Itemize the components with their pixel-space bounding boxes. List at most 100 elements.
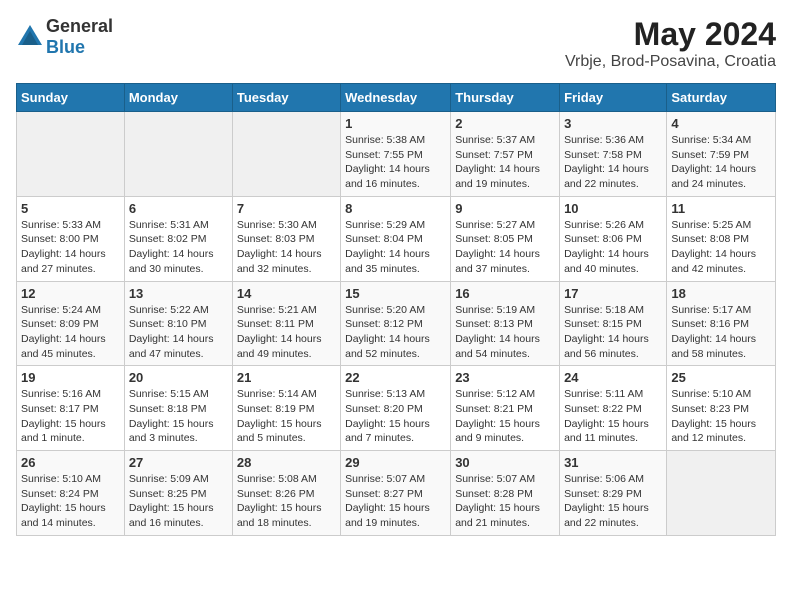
day-number: 11: [671, 201, 771, 216]
day-info: Sunrise: 5:30 AMSunset: 8:03 PMDaylight:…: [237, 218, 336, 277]
day-info: Sunrise: 5:34 AMSunset: 7:59 PMDaylight:…: [671, 133, 771, 192]
day-number: 23: [455, 370, 555, 385]
day-number: 10: [564, 201, 662, 216]
day-number: 24: [564, 370, 662, 385]
day-info: Sunrise: 5:36 AMSunset: 7:58 PMDaylight:…: [564, 133, 662, 192]
weekday-header: Friday: [560, 84, 667, 112]
day-info: Sunrise: 5:33 AMSunset: 8:00 PMDaylight:…: [21, 218, 120, 277]
page-header: General Blue May 2024 Vrbje, Brod-Posavi…: [16, 16, 776, 71]
logo: General Blue: [16, 16, 113, 58]
weekday-header-row: SundayMondayTuesdayWednesdayThursdayFrid…: [17, 84, 776, 112]
day-number: 28: [237, 455, 336, 470]
calendar-week-row: 26 Sunrise: 5:10 AMSunset: 8:24 PMDayligh…: [17, 451, 776, 536]
day-number: 20: [129, 370, 228, 385]
calendar-cell: 24Sunrise: 5:11 AMSunset: 8:22 PMDayligh…: [560, 366, 667, 451]
day-number: 17: [564, 286, 662, 301]
day-number: 6: [129, 201, 228, 216]
day-info: Sunrise: 5:18 AMSunset: 8:15 PMDaylight:…: [564, 303, 662, 362]
calendar-cell: 1Sunrise: 5:38 AMSunset: 7:55 PMDaylight…: [341, 112, 451, 197]
title-block: May 2024 Vrbje, Brod-Posavina, Croatia: [565, 16, 776, 71]
day-info: Sunrise: 5:07 AMSunset: 8:28 PMDaylight:…: [455, 472, 555, 531]
calendar-cell: 29 Sunrise: 5:07 AMSunset: 8:27 PMDayligh…: [341, 451, 451, 536]
day-info: Sunrise: 5:21 AMSunset: 8:11 PMDaylight:…: [237, 303, 336, 362]
logo-general: General: [46, 16, 113, 36]
day-info: Sunrise: 5:27 AMSunset: 8:05 PMDaylight:…: [455, 218, 555, 277]
day-number: 30: [455, 455, 555, 470]
weekday-header: Thursday: [451, 84, 560, 112]
calendar-cell: 15Sunrise: 5:20 AMSunset: 8:12 PMDayligh…: [341, 281, 451, 366]
calendar-cell: 31 Sunrise: 5:06 AMSunset: 8:29 PMDayligh…: [560, 451, 667, 536]
page-subtitle: Vrbje, Brod-Posavina, Croatia: [565, 53, 776, 71]
calendar-table: SundayMondayTuesdayWednesdayThursdayFrid…: [16, 83, 776, 536]
day-info: Sunrise: 5:10 AMSunset: 8:23 PMDaylight:…: [671, 387, 771, 446]
day-info: Sunrise: 5:07 AMSunset: 8:27 PMDaylight:…: [345, 472, 446, 531]
day-number: 26: [21, 455, 120, 470]
calendar-cell: 17 Sunrise: 5:18 AMSunset: 8:15 PMDayligh…: [560, 281, 667, 366]
calendar-cell: 30 Sunrise: 5:07 AMSunset: 8:28 PMDayligh…: [451, 451, 560, 536]
day-info: Sunrise: 5:09 AMSunset: 8:25 PMDaylight:…: [129, 472, 228, 531]
day-number: 21: [237, 370, 336, 385]
calendar-week-row: 5 Sunrise: 5:33 AMSunset: 8:00 PMDaylight…: [17, 196, 776, 281]
calendar-cell: 16 Sunrise: 5:19 AMSunset: 8:13 PMDayligh…: [451, 281, 560, 366]
day-number: 7: [237, 201, 336, 216]
day-info: Sunrise: 5:26 AMSunset: 8:06 PMDaylight:…: [564, 218, 662, 277]
weekday-header: Monday: [124, 84, 232, 112]
calendar-cell: 21 Sunrise: 5:14 AMSunset: 8:19 PMDayligh…: [232, 366, 340, 451]
logo-text: General Blue: [46, 16, 113, 58]
day-info: Sunrise: 5:22 AMSunset: 8:10 PMDaylight:…: [129, 303, 228, 362]
weekday-header: Sunday: [17, 84, 125, 112]
calendar-cell: [124, 112, 232, 197]
day-number: 27: [129, 455, 228, 470]
calendar-cell: 12Sunrise: 5:24 AMSunset: 8:09 PMDayligh…: [17, 281, 125, 366]
day-info: Sunrise: 5:29 AMSunset: 8:04 PMDaylight:…: [345, 218, 446, 277]
calendar-cell: 25 Sunrise: 5:10 AMSunset: 8:23 PMDayligh…: [667, 366, 776, 451]
calendar-cell: 9Sunrise: 5:27 AMSunset: 8:05 PMDaylight…: [451, 196, 560, 281]
weekday-header: Saturday: [667, 84, 776, 112]
day-info: Sunrise: 5:06 AMSunset: 8:29 PMDaylight:…: [564, 472, 662, 531]
day-info: Sunrise: 5:12 AMSunset: 8:21 PMDaylight:…: [455, 387, 555, 446]
calendar-cell: 14Sunrise: 5:21 AMSunset: 8:11 PMDayligh…: [232, 281, 340, 366]
day-info: Sunrise: 5:10 AMSunset: 8:24 PMDaylight:…: [21, 472, 120, 531]
calendar-cell: 23 Sunrise: 5:12 AMSunset: 8:21 PMDayligh…: [451, 366, 560, 451]
day-number: 18: [671, 286, 771, 301]
day-number: 3: [564, 116, 662, 131]
day-info: Sunrise: 5:14 AMSunset: 8:19 PMDaylight:…: [237, 387, 336, 446]
day-number: 1: [345, 116, 446, 131]
day-number: 5: [21, 201, 120, 216]
calendar-cell: 4 Sunrise: 5:34 AMSunset: 7:59 PMDaylight…: [667, 112, 776, 197]
calendar-cell: [232, 112, 340, 197]
day-info: Sunrise: 5:20 AMSunset: 8:12 PMDaylight:…: [345, 303, 446, 362]
calendar-cell: 19Sunrise: 5:16 AMSunset: 8:17 PMDayligh…: [17, 366, 125, 451]
day-number: 19: [21, 370, 120, 385]
day-number: 4: [671, 116, 771, 131]
weekday-header: Wednesday: [341, 84, 451, 112]
day-number: 8: [345, 201, 446, 216]
day-number: 12: [21, 286, 120, 301]
calendar-cell: 7 Sunrise: 5:30 AMSunset: 8:03 PMDaylight…: [232, 196, 340, 281]
calendar-cell: 2Sunrise: 5:37 AMSunset: 7:57 PMDaylight…: [451, 112, 560, 197]
calendar-cell: 5 Sunrise: 5:33 AMSunset: 8:00 PMDaylight…: [17, 196, 125, 281]
calendar-cell: 10 Sunrise: 5:26 AMSunset: 8:06 PMDayligh…: [560, 196, 667, 281]
day-number: 22: [345, 370, 446, 385]
calendar-cell: 6Sunrise: 5:31 AMSunset: 8:02 PMDaylight…: [124, 196, 232, 281]
calendar-cell: 3 Sunrise: 5:36 AMSunset: 7:58 PMDaylight…: [560, 112, 667, 197]
calendar-week-row: 19Sunrise: 5:16 AMSunset: 8:17 PMDayligh…: [17, 366, 776, 451]
day-info: Sunrise: 5:19 AMSunset: 8:13 PMDaylight:…: [455, 303, 555, 362]
calendar-cell: 27 Sunrise: 5:09 AMSunset: 8:25 PMDayligh…: [124, 451, 232, 536]
day-number: 25: [671, 370, 771, 385]
calendar-cell: 18 Sunrise: 5:17 AMSunset: 8:16 PMDayligh…: [667, 281, 776, 366]
day-number: 29: [345, 455, 446, 470]
day-info: Sunrise: 5:17 AMSunset: 8:16 PMDaylight:…: [671, 303, 771, 362]
day-info: Sunrise: 5:15 AMSunset: 8:18 PMDaylight:…: [129, 387, 228, 446]
day-number: 16: [455, 286, 555, 301]
calendar-cell: 26 Sunrise: 5:10 AMSunset: 8:24 PMDayligh…: [17, 451, 125, 536]
day-info: Sunrise: 5:25 AMSunset: 8:08 PMDaylight:…: [671, 218, 771, 277]
calendar-cell: 13Sunrise: 5:22 AMSunset: 8:10 PMDayligh…: [124, 281, 232, 366]
day-info: Sunrise: 5:37 AMSunset: 7:57 PMDaylight:…: [455, 133, 555, 192]
logo-blue: Blue: [46, 37, 85, 57]
day-number: 31: [564, 455, 662, 470]
calendar-cell: 20 Sunrise: 5:15 AMSunset: 8:18 PMDayligh…: [124, 366, 232, 451]
calendar-week-row: 1Sunrise: 5:38 AMSunset: 7:55 PMDaylight…: [17, 112, 776, 197]
day-info: Sunrise: 5:08 AMSunset: 8:26 PMDaylight:…: [237, 472, 336, 531]
day-info: Sunrise: 5:13 AMSunset: 8:20 PMDaylight:…: [345, 387, 446, 446]
